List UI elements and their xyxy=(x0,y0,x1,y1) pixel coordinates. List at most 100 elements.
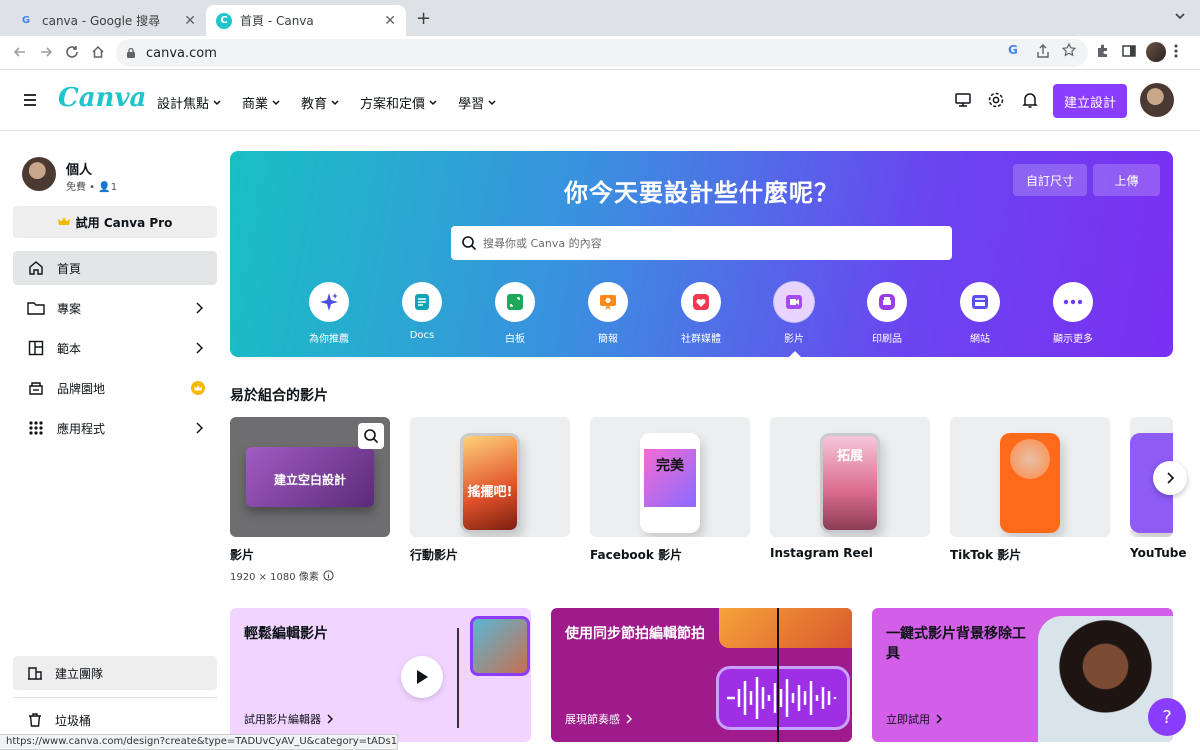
nav-design-spotlight[interactable]: 設計焦點 xyxy=(157,93,222,112)
category-social-media[interactable]: 社群媒體 xyxy=(665,282,737,345)
upload-button[interactable]: 上傳 xyxy=(1093,164,1160,196)
custom-size-button[interactable]: 自訂尺寸 xyxy=(1013,164,1087,196)
promo-background-remover[interactable]: 一鍵式影片背景移除工具 立即試用 xyxy=(872,608,1173,742)
profile-avatar[interactable] xyxy=(22,157,56,191)
search-input[interactable] xyxy=(483,236,913,250)
video-card-mobile[interactable]: 搖擺吧! xyxy=(410,417,570,537)
browser-menu-icon[interactable] xyxy=(1174,43,1178,59)
chevron-down-icon xyxy=(327,98,340,108)
forward-arrow-icon[interactable] xyxy=(38,44,54,60)
category-website[interactable]: 網站 xyxy=(944,282,1016,345)
close-tab-icon[interactable]: ✕ xyxy=(384,13,396,29)
share-icon[interactable] xyxy=(1036,43,1050,59)
sidebar-item-apps[interactable]: 應用程式 xyxy=(13,411,217,445)
promo-link-label: 展現節奏感 xyxy=(565,713,620,726)
profile-plan: 免費 • 👤1 xyxy=(66,178,117,193)
reload-icon[interactable] xyxy=(64,44,80,60)
category-label: 簡報 xyxy=(598,334,618,345)
address-bar[interactable]: canva.com xyxy=(116,39,1088,67)
create-blank-label: 建立空白設計 xyxy=(273,473,346,487)
browser-tab-canva[interactable]: C 首頁 - Canva ✕ xyxy=(206,5,406,36)
settings-gear-icon[interactable] xyxy=(987,91,1005,109)
browser-tab-strip: G canva - Google 搜尋 ✕ C 首頁 - Canva ✕ + xyxy=(0,0,1200,36)
desktop-app-icon[interactable] xyxy=(954,91,972,109)
preview-search-button[interactable] xyxy=(358,423,384,449)
presentation-icon xyxy=(588,282,628,322)
category-video[interactable]: 影片 xyxy=(758,282,830,345)
category-for-you[interactable]: 為你推薦 xyxy=(293,282,365,345)
category-label: 影片 xyxy=(784,334,804,345)
promo-photo xyxy=(719,608,852,648)
team-building-icon xyxy=(27,665,43,681)
promo-link[interactable]: 試用影片編輯器 xyxy=(244,711,333,727)
promo-beat-sync[interactable]: 使用同步節拍編輯節拍 展現節奏感 xyxy=(551,608,852,742)
profile-name[interactable]: 個人 xyxy=(66,159,92,178)
timeline-playhead xyxy=(457,628,459,728)
hamburger-menu-icon[interactable] xyxy=(22,93,38,107)
category-more[interactable]: 顯示更多 xyxy=(1037,282,1109,345)
home-icon[interactable] xyxy=(90,44,106,60)
video-card-blank[interactable]: 建立空白設計 xyxy=(230,417,390,537)
browser-profile-avatar[interactable] xyxy=(1146,42,1166,62)
phone-mockup: 拓展 xyxy=(820,433,880,533)
top-navigation: 設計焦點 商業 教育 方案和定價 學習 xyxy=(157,93,517,112)
category-label: 網站 xyxy=(970,334,990,345)
tab-search-chevron-icon[interactable] xyxy=(1174,10,1186,22)
video-card-tiktok[interactable] xyxy=(950,417,1110,537)
create-design-button[interactable]: 建立設計 xyxy=(1053,84,1127,118)
help-button[interactable]: ? xyxy=(1148,698,1186,736)
account-avatar[interactable] xyxy=(1140,83,1174,117)
category-print[interactable]: 印刷品 xyxy=(851,282,923,345)
new-tab-button[interactable]: + xyxy=(416,8,431,29)
canva-logo[interactable]: Canva xyxy=(58,83,146,113)
category-presentation[interactable]: 簡報 xyxy=(572,282,644,345)
sidebar-item-trash[interactable]: 垃圾桶 xyxy=(13,703,217,737)
whiteboard-icon xyxy=(495,282,535,322)
hero-search-box[interactable] xyxy=(451,226,952,260)
sidebar-item-label: 應用程式 xyxy=(57,421,106,436)
category-whiteboard[interactable]: 白板 xyxy=(479,282,551,345)
nav-learn[interactable]: 學習 xyxy=(458,93,497,112)
canva-favicon-icon: C xyxy=(216,12,232,29)
back-arrow-icon[interactable] xyxy=(12,44,28,60)
sidebar-item-label: 範本 xyxy=(57,341,82,356)
team-label: 建立團隊 xyxy=(55,666,104,681)
info-icon[interactable] xyxy=(323,570,334,581)
notification-bell-icon[interactable] xyxy=(1021,91,1039,109)
sidebar-item-brand-hub[interactable]: 品牌園地 xyxy=(13,371,217,405)
sparkle-icon xyxy=(309,282,349,322)
promo-link[interactable]: 立即試用 xyxy=(886,711,942,727)
browser-tab-google[interactable]: G canva - Google 搜尋 ✕ xyxy=(8,5,206,36)
card-title: 影片 xyxy=(230,548,255,562)
bookmark-star-icon[interactable] xyxy=(1062,43,1076,57)
carousel-next-button[interactable] xyxy=(1153,461,1187,495)
sidebar-item-templates[interactable]: 範本 xyxy=(13,331,217,365)
try-pro-button[interactable]: 試用 Canva Pro xyxy=(13,206,217,238)
lock-icon xyxy=(126,47,136,59)
promo-link[interactable]: 展現節奏感 xyxy=(565,711,632,727)
extensions-puzzle-icon[interactable] xyxy=(1095,43,1111,59)
nav-plans-pricing[interactable]: 方案和定價 xyxy=(360,93,438,112)
side-panel-icon[interactable] xyxy=(1121,43,1137,59)
nav-label: 商業 xyxy=(242,97,269,112)
video-card-instagram-reel[interactable]: 拓展 xyxy=(770,417,930,537)
promo-link-label: 立即試用 xyxy=(886,713,930,726)
pro-label: 試用 Canva Pro xyxy=(75,215,173,230)
create-team-button[interactable]: 建立團隊 xyxy=(13,656,217,690)
promo-thumbnail xyxy=(470,616,530,676)
nav-education[interactable]: 教育 xyxy=(301,93,340,112)
nav-label: 學習 xyxy=(458,97,485,112)
video-card-facebook[interactable]: 完美 xyxy=(590,417,750,537)
promo-title: 輕鬆編輯影片 xyxy=(244,626,328,642)
sidebar-item-home[interactable]: 首頁 xyxy=(13,251,217,285)
promo-video-editor[interactable]: 輕鬆編輯影片 試用影片編輯器 xyxy=(230,608,531,742)
sidebar-item-projects[interactable]: 專案 xyxy=(13,291,217,325)
close-tab-icon[interactable]: ✕ xyxy=(184,13,196,29)
category-docs[interactable]: Docs xyxy=(386,282,458,341)
card-title: Facebook 影片 xyxy=(590,548,683,562)
nav-business[interactable]: 商業 xyxy=(242,93,281,112)
card-title: 行動影片 xyxy=(410,548,459,562)
google-lens-icon[interactable]: G xyxy=(1008,43,1018,57)
timeline-cursor xyxy=(777,608,779,742)
plan-text: 免費 • xyxy=(66,182,99,193)
